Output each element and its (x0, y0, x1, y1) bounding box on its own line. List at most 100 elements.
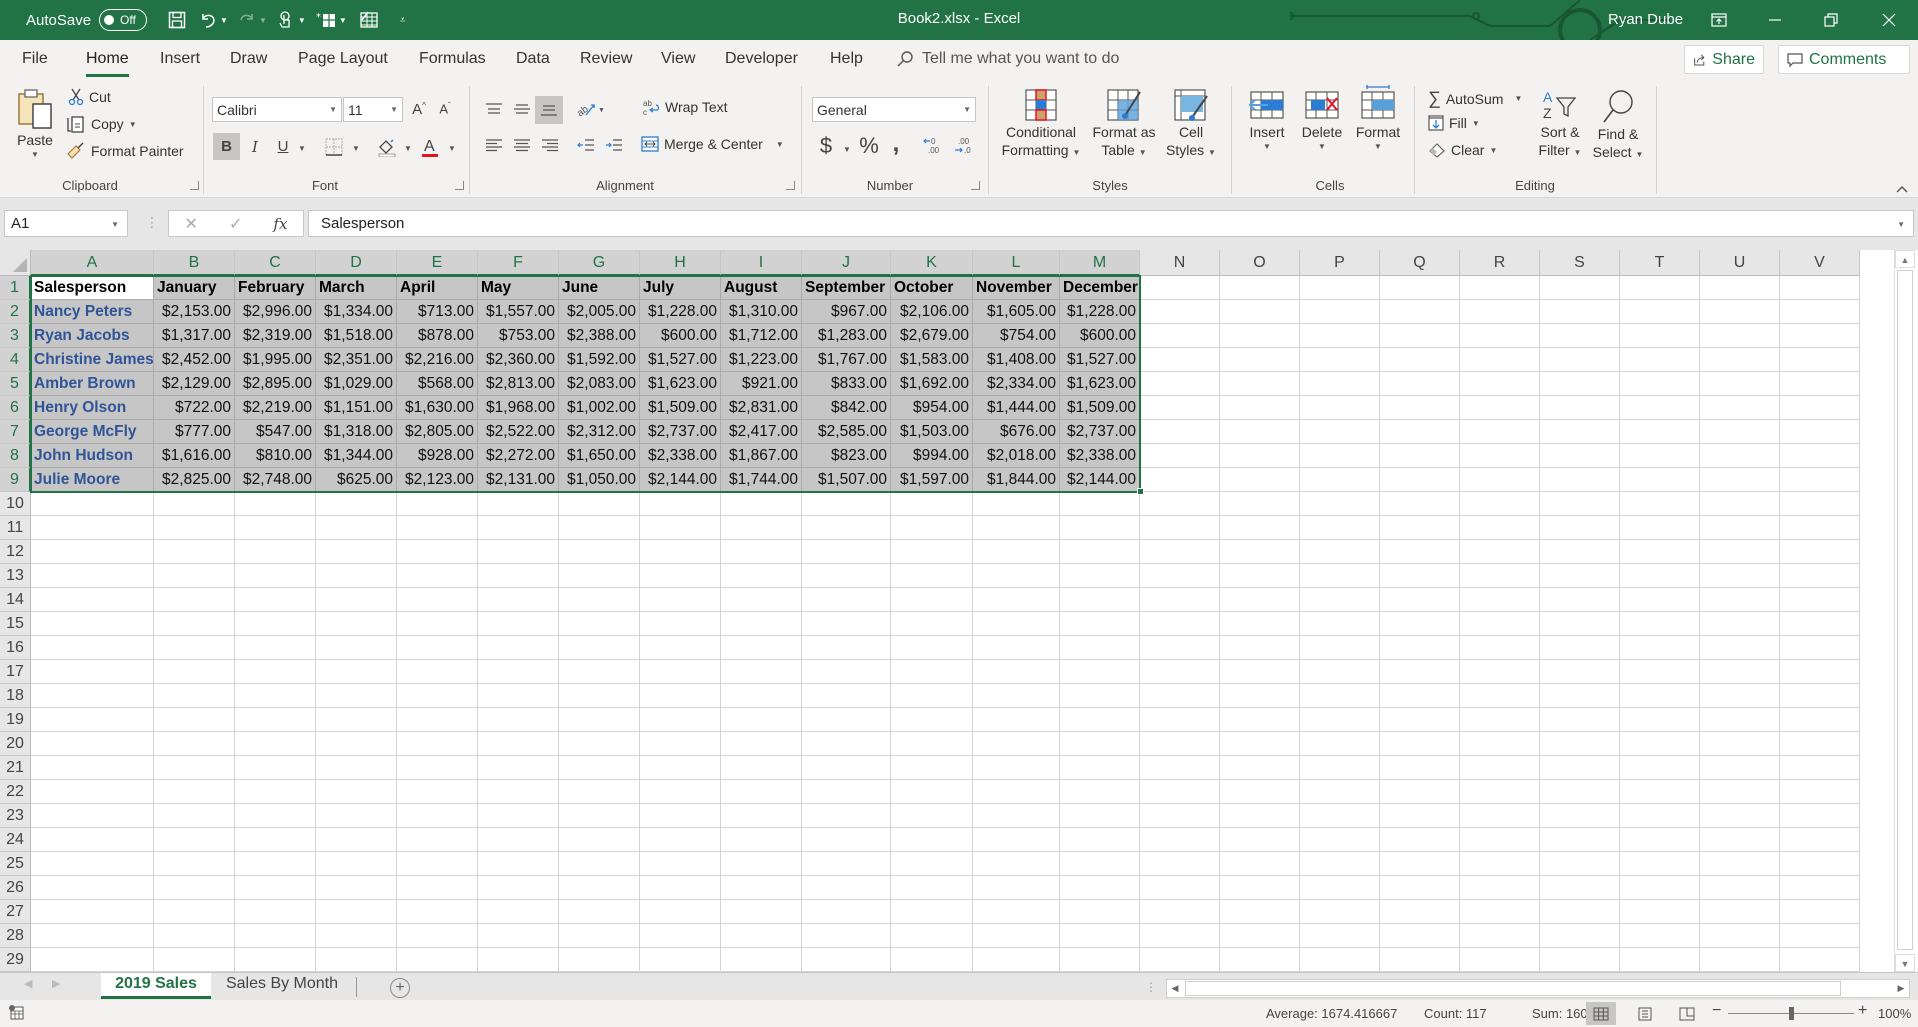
row-header-8[interactable]: 8 (0, 444, 31, 468)
cell-d8[interactable]: $1,344.00 (316, 444, 397, 468)
font-color-button[interactable]: A (418, 133, 442, 160)
cell-u6[interactable] (1700, 396, 1780, 420)
cell-f5[interactable]: $2,813.00 (478, 372, 559, 396)
cell-c24[interactable] (235, 828, 316, 852)
cell-g25[interactable] (559, 852, 640, 876)
cell-g13[interactable] (559, 564, 640, 588)
cell-v14[interactable] (1780, 588, 1860, 612)
cell-g8[interactable]: $1,650.00 (559, 444, 640, 468)
cell-k19[interactable] (891, 708, 973, 732)
underline-button[interactable]: U (272, 133, 294, 160)
font-name-dropdown-icon[interactable]: ▼ (329, 105, 337, 114)
cell-j1[interactable]: September (802, 276, 891, 300)
column-header-i[interactable]: I (721, 250, 802, 276)
align-right-button[interactable] (538, 132, 562, 158)
cell-i3[interactable]: $1,712.00 (721, 324, 802, 348)
cell-o1[interactable] (1220, 276, 1300, 300)
cell-s1[interactable] (1540, 276, 1620, 300)
cell-s27[interactable] (1540, 900, 1620, 924)
cell-j15[interactable] (802, 612, 891, 636)
cell-e9[interactable]: $2,123.00 (397, 468, 478, 492)
cell-q3[interactable] (1380, 324, 1460, 348)
touch-mode-dropdown-icon[interactable]: ▼ (298, 16, 306, 25)
cell-u18[interactable] (1700, 684, 1780, 708)
cell-q10[interactable] (1380, 492, 1460, 516)
scroll-down-arrow[interactable]: ▼ (1895, 954, 1915, 972)
cell-t20[interactable] (1620, 732, 1700, 756)
cell-t7[interactable] (1620, 420, 1700, 444)
save-button[interactable] (165, 8, 189, 32)
cell-s7[interactable] (1540, 420, 1620, 444)
cell-v7[interactable] (1780, 420, 1860, 444)
cell-b9[interactable]: $2,825.00 (154, 468, 235, 492)
cell-b6[interactable]: $722.00 (154, 396, 235, 420)
cell-r15[interactable] (1460, 612, 1540, 636)
cell-i20[interactable] (721, 732, 802, 756)
cell-m8[interactable]: $2,338.00 (1060, 444, 1140, 468)
cell-j20[interactable] (802, 732, 891, 756)
scroll-right-arrow[interactable]: ▶ (1893, 980, 1909, 997)
cell-c6[interactable]: $2,219.00 (235, 396, 316, 420)
tab-split-handle[interactable]: ⋮ (1145, 980, 1157, 994)
cell-m10[interactable] (1060, 492, 1140, 516)
cell-e26[interactable] (397, 876, 478, 900)
touch-mode-button[interactable]: ▼ (277, 8, 306, 32)
cell-l26[interactable] (973, 876, 1060, 900)
cell-n7[interactable] (1140, 420, 1220, 444)
cell-j17[interactable] (802, 660, 891, 684)
cell-p26[interactable] (1300, 876, 1380, 900)
cell-e11[interactable] (397, 516, 478, 540)
cell-l19[interactable] (973, 708, 1060, 732)
cell-o10[interactable] (1220, 492, 1300, 516)
cell-h25[interactable] (640, 852, 721, 876)
cell-s9[interactable] (1540, 468, 1620, 492)
cell-c27[interactable] (235, 900, 316, 924)
cell-f24[interactable] (478, 828, 559, 852)
cell-e25[interactable] (397, 852, 478, 876)
cell-j2[interactable]: $967.00 (802, 300, 891, 324)
cell-g22[interactable] (559, 780, 640, 804)
cell-n17[interactable] (1140, 660, 1220, 684)
cell-n19[interactable] (1140, 708, 1220, 732)
cell-f1[interactable]: May (478, 276, 559, 300)
cell-k11[interactable] (891, 516, 973, 540)
cell-r27[interactable] (1460, 900, 1540, 924)
cell-v15[interactable] (1780, 612, 1860, 636)
cell-u9[interactable] (1700, 468, 1780, 492)
cell-p15[interactable] (1300, 612, 1380, 636)
cell-b22[interactable] (154, 780, 235, 804)
number-format-combo[interactable]: General ▼ (812, 97, 976, 122)
redo-dropdown-icon[interactable]: ▼ (259, 16, 267, 25)
cell-i15[interactable] (721, 612, 802, 636)
cell-t13[interactable] (1620, 564, 1700, 588)
cell-b2[interactable]: $2,153.00 (154, 300, 235, 324)
cell-m6[interactable]: $1,509.00 (1060, 396, 1140, 420)
cell-e7[interactable]: $2,805.00 (397, 420, 478, 444)
comments-button[interactable]: Comments (1778, 45, 1910, 74)
cell-d24[interactable] (316, 828, 397, 852)
cell-p22[interactable] (1300, 780, 1380, 804)
cell-k5[interactable]: $1,692.00 (891, 372, 973, 396)
cell-h26[interactable] (640, 876, 721, 900)
cell-o14[interactable] (1220, 588, 1300, 612)
cell-c8[interactable]: $810.00 (235, 444, 316, 468)
cell-k16[interactable] (891, 636, 973, 660)
cell-b26[interactable] (154, 876, 235, 900)
cell-q16[interactable] (1380, 636, 1460, 660)
cell-s28[interactable] (1540, 924, 1620, 948)
column-header-k[interactable]: K (891, 250, 973, 276)
cell-o2[interactable] (1220, 300, 1300, 324)
cell-r11[interactable] (1460, 516, 1540, 540)
cell-f9[interactable]: $2,131.00 (478, 468, 559, 492)
cell-r10[interactable] (1460, 492, 1540, 516)
tab-view[interactable]: View (661, 50, 695, 68)
cell-p9[interactable] (1300, 468, 1380, 492)
cell-k17[interactable] (891, 660, 973, 684)
page-layout-view-button[interactable] (1630, 1002, 1660, 1025)
cell-i7[interactable]: $2,417.00 (721, 420, 802, 444)
row-header-5[interactable]: 5 (0, 372, 31, 396)
cell-v10[interactable] (1780, 492, 1860, 516)
row-header-25[interactable]: 25 (0, 852, 31, 876)
sheet-tab-sales-by-month[interactable]: Sales By Month (212, 973, 352, 999)
cell-m16[interactable] (1060, 636, 1140, 660)
